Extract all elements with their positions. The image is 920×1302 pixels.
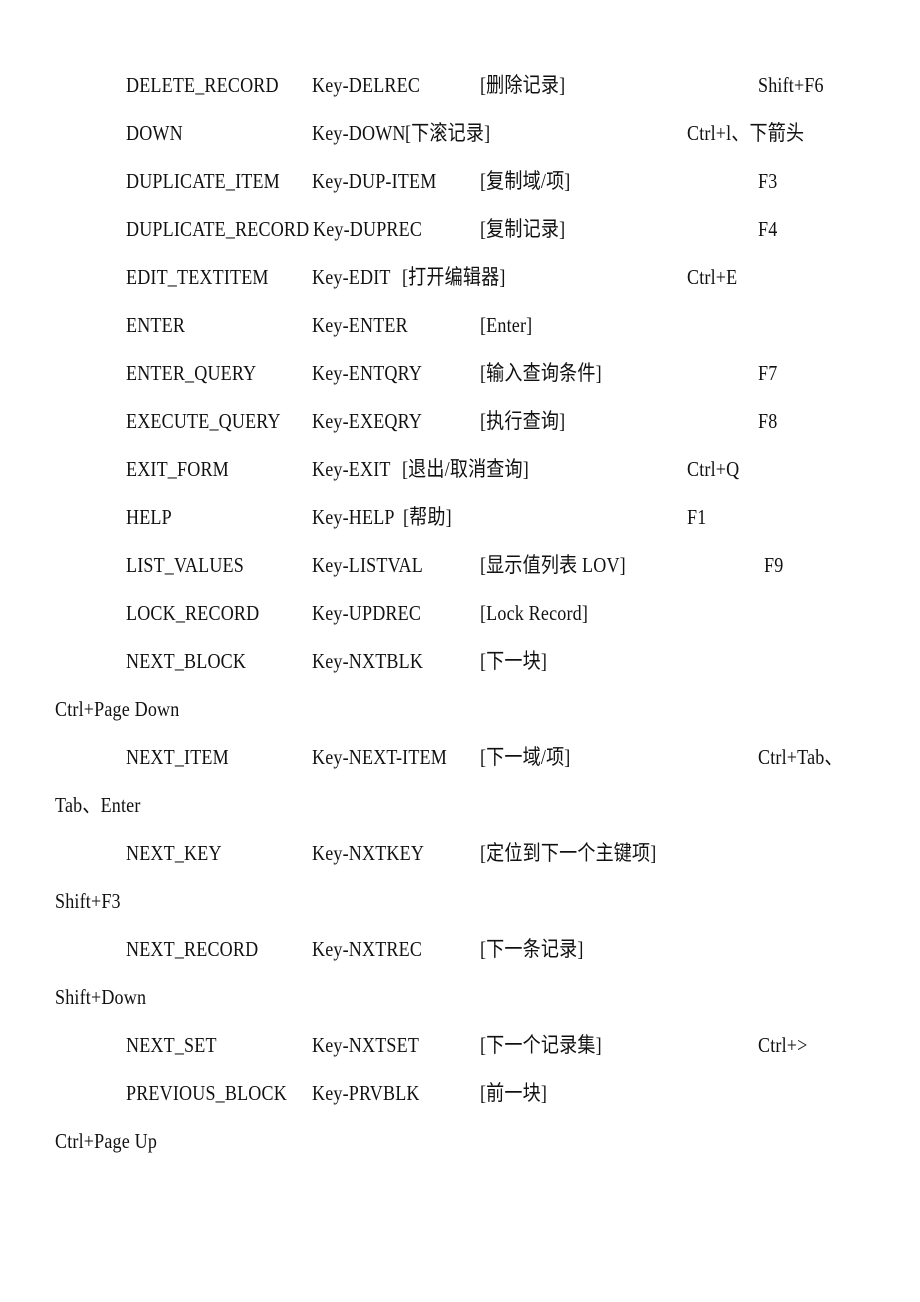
list-item: NEXT_ITEM Key-NEXT-ITEM [下一域/项] Ctrl+Tab… [0, 742, 920, 772]
wrapped-line: Shift+F3 [0, 886, 920, 916]
wrapped-line: Ctrl+Page Up [0, 1126, 920, 1156]
key-trigger: Key-PRVBLK [312, 1081, 420, 1105]
trigger-name: PREVIOUS_BLOCK [126, 1081, 287, 1105]
trigger-name: NEXT_KEY [126, 841, 222, 865]
description: [下一块] [480, 649, 548, 673]
shortcut: Ctrl+Page Up [55, 1129, 158, 1153]
list-item: NEXT_SET Key-NXTSET [下一个记录集] Ctrl+> [0, 1030, 920, 1060]
shortcut: Ctrl+> [758, 1033, 808, 1057]
trigger-name: NEXT_RECORD [126, 937, 259, 961]
list-item: ENTER_QUERY Key-ENTQRY [输入查询条件] F7 [0, 358, 920, 388]
wrapped-line: Tab、Enter [0, 790, 920, 820]
description: [定位到下一个主键项] [480, 841, 657, 865]
description: [帮助] [403, 505, 452, 529]
description: [前一块] [480, 1081, 548, 1105]
list-item: ENTER Key-ENTER [Enter] [0, 310, 920, 340]
list-item: NEXT_BLOCK Key-NXTBLK [下一块] [0, 646, 920, 676]
trigger-name: HELP [126, 505, 172, 529]
description: [复制域/项] [480, 169, 571, 193]
shortcut: F4 [758, 217, 778, 241]
key-trigger: Key-NXTREC [312, 937, 423, 961]
description: [下滚记录] [405, 121, 491, 145]
description: [Enter] [480, 313, 533, 337]
key-trigger: Key-NEXT-ITEM [312, 745, 447, 769]
trigger-name: DELETE_RECORD [126, 73, 279, 97]
list-item: HELP Key-HELP [帮助] F1 [0, 502, 920, 532]
trigger-name: EDIT_TEXTITEM [126, 265, 269, 289]
description: [退出/取消查询] [402, 457, 529, 481]
list-item: LOCK_RECORD Key-UPDREC [Lock Record] [0, 598, 920, 628]
shortcut: Ctrl+Page Down [55, 697, 180, 721]
key-trigger: Key-LISTVAL [312, 553, 423, 577]
description: [输入查询条件] [480, 361, 602, 385]
shortcut: F9 [764, 553, 784, 577]
shortcut: Tab、Enter [55, 793, 141, 817]
key-trigger: Key-NXTKEY [312, 841, 425, 865]
shortcut: F7 [758, 361, 778, 385]
shortcut: F3 [758, 169, 778, 193]
shortcut: Ctrl+Q [687, 457, 740, 481]
trigger-name: LIST_VALUES [126, 553, 244, 577]
list-item: EXECUTE_QUERY Key-EXEQRY [执行查询] F8 [0, 406, 920, 436]
key-trigger: Key-DELREC [312, 73, 421, 97]
description: [打开编辑器] [402, 265, 506, 289]
description: [Lock Record] [480, 601, 589, 625]
shortcut: Ctrl+l、下箭头 [687, 121, 805, 145]
key-trigger: Key-HELP [312, 505, 395, 529]
trigger-name: NEXT_BLOCK [126, 649, 247, 673]
trigger-name: LOCK_RECORD [126, 601, 260, 625]
key-trigger: Key-NXTSET [312, 1033, 420, 1057]
key-trigger: Key-ENTQRY [312, 361, 423, 385]
list-item: EXIT_FORM Key-EXIT [退出/取消查询] Ctrl+Q [0, 454, 920, 484]
shortcut: F1 [687, 505, 707, 529]
description: [执行查询] [480, 409, 566, 433]
trigger-name: EXECUTE_QUERY [126, 409, 281, 433]
wrapped-line: Shift+Down [0, 982, 920, 1012]
trigger-name: ENTER [126, 313, 186, 337]
key-trigger: Key-EXEQRY [312, 409, 423, 433]
list-item: PREVIOUS_BLOCK Key-PRVBLK [前一块] [0, 1078, 920, 1108]
key-trigger: Key-EXIT [312, 457, 391, 481]
list-item: DUPLICATE_RECORD Key-DUPREC [复制记录] F4 [0, 214, 920, 244]
trigger-name: DOWN [126, 121, 183, 145]
description: [复制记录] [480, 217, 566, 241]
list-item: DELETE_RECORD Key-DELREC [删除记录] Shift+F6 [0, 70, 920, 100]
list-item: DOWN Key-DOWN [下滚记录] Ctrl+l、下箭头 [0, 118, 920, 148]
trigger-name: ENTER_QUERY [126, 361, 257, 385]
shortcut: Ctrl+E [687, 265, 738, 289]
key-trigger: Key-DUPREC [313, 217, 423, 241]
description: [下一个记录集] [480, 1033, 602, 1057]
list-item: LIST_VALUES Key-LISTVAL [显示值列表 LOV] F9 [0, 550, 920, 580]
description: [下一域/项] [480, 745, 571, 769]
list-item: DUPLICATE_ITEM Key-DUP-ITEM [复制域/项] F3 [0, 166, 920, 196]
key-trigger: Key-EDIT [312, 265, 391, 289]
key-trigger: Key-DUP-ITEM [312, 169, 437, 193]
wrapped-line: Ctrl+Page Down [0, 694, 920, 724]
trigger-name: DUPLICATE_RECORD [126, 217, 310, 241]
trigger-name: EXIT_FORM [126, 457, 229, 481]
shortcut: Shift+Down [55, 985, 147, 1009]
list-item: EDIT_TEXTITEM Key-EDIT [打开编辑器] Ctrl+E [0, 262, 920, 292]
shortcut: Shift+F6 [758, 73, 824, 97]
trigger-name: NEXT_ITEM [126, 745, 229, 769]
key-trigger: Key-NXTBLK [312, 649, 424, 673]
shortcut: Ctrl+Tab、 [758, 745, 843, 769]
list-item: NEXT_RECORD Key-NXTREC [下一条记录] [0, 934, 920, 964]
shortcut: Shift+F3 [55, 889, 121, 913]
description: [显示值列表 LOV] [480, 553, 626, 577]
key-trigger: Key-ENTER [312, 313, 408, 337]
key-trigger: Key-UPDREC [312, 601, 422, 625]
description: [下一条记录] [480, 937, 584, 961]
key-trigger: Key-DOWN [312, 121, 406, 145]
list-item: NEXT_KEY Key-NXTKEY [定位到下一个主键项] [0, 838, 920, 868]
description: [删除记录] [480, 73, 566, 97]
document-page: DELETE_RECORD Key-DELREC [删除记录] Shift+F6… [0, 0, 920, 1302]
trigger-name: NEXT_SET [126, 1033, 217, 1057]
trigger-name: DUPLICATE_ITEM [126, 169, 280, 193]
shortcut: F8 [758, 409, 778, 433]
